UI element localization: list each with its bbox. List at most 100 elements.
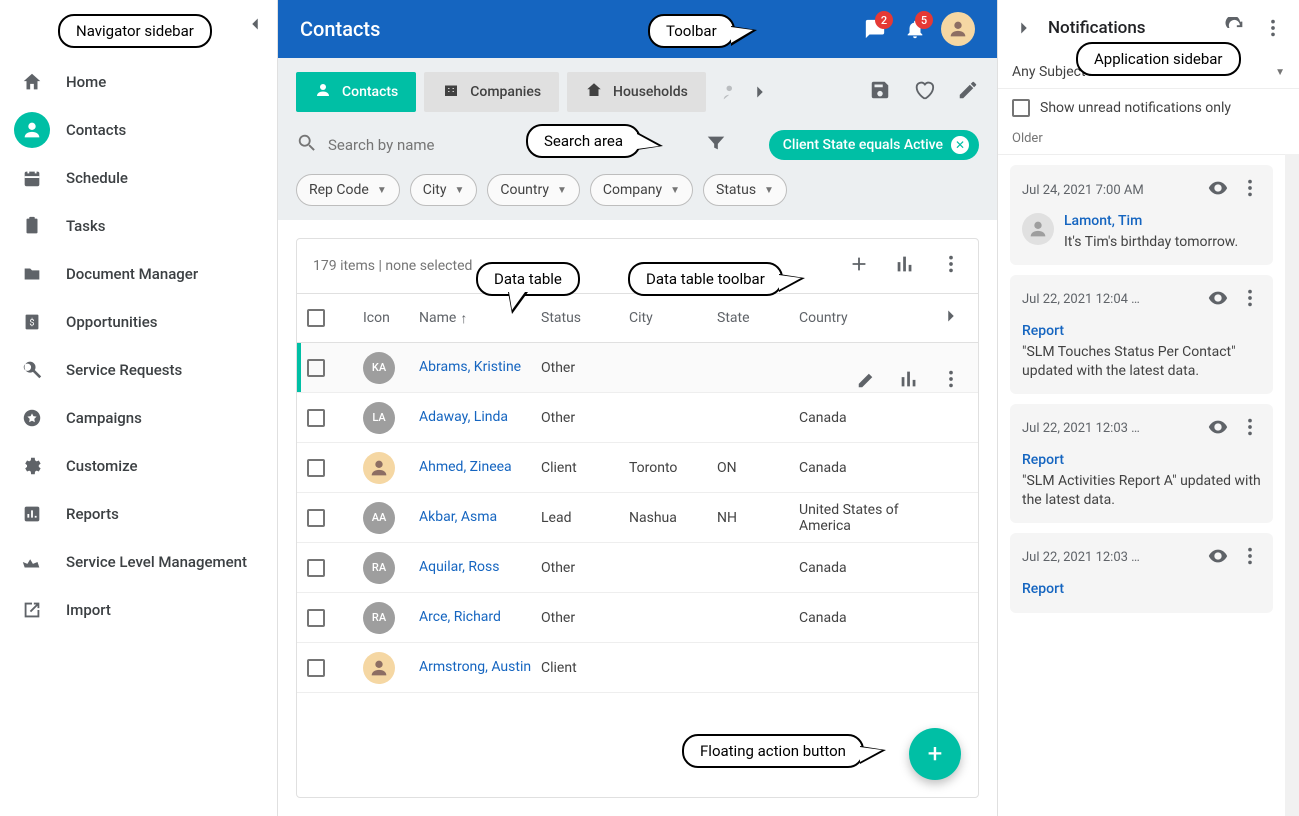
- table-row[interactable]: Ahmed, Zineea Client Toronto ON Canada: [297, 443, 978, 493]
- search-input[interactable]: Search by name: [296, 132, 482, 158]
- contact-name-link[interactable]: Aquilar, Ross: [419, 552, 541, 582]
- active-filter-chip[interactable]: Client State equals Active ✕: [769, 130, 979, 160]
- column-status[interactable]: Status: [541, 310, 629, 326]
- column-icon[interactable]: Icon: [363, 310, 419, 326]
- chat-icon[interactable]: 2: [855, 9, 895, 49]
- column-country[interactable]: Country: [799, 310, 929, 326]
- table-row[interactable]: Armstrong, Austin Client: [297, 643, 978, 693]
- row-edit-icon[interactable]: [856, 368, 878, 394]
- contact-photo: [363, 452, 395, 484]
- contact-name-link[interactable]: Adaway, Linda: [419, 402, 541, 432]
- contact-name-link[interactable]: Armstrong, Austin: [419, 652, 541, 682]
- row-more-icon[interactable]: [940, 368, 962, 394]
- nav-item-import[interactable]: Import: [0, 586, 277, 634]
- tab-households[interactable]: Households: [567, 72, 706, 112]
- tab-partial-icon[interactable]: [718, 72, 746, 112]
- row-checkbox[interactable]: [307, 359, 325, 377]
- favorite-icon[interactable]: [913, 79, 935, 105]
- notification-card[interactable]: Jul 22, 2021 12:03 … Report "SLM Activit…: [1010, 404, 1273, 523]
- filter-chip-rep-code[interactable]: Rep Code▼: [296, 174, 400, 206]
- notification-more-icon[interactable]: [1239, 545, 1261, 571]
- nav-item-service-requests[interactable]: Service Requests: [0, 346, 277, 394]
- nav-item-document-manager[interactable]: Document Manager: [0, 250, 277, 298]
- contact-name-link[interactable]: Akbar, Asma: [419, 502, 541, 532]
- callout-navigator-sidebar: Navigator sidebar: [58, 14, 212, 48]
- filter-chip-status[interactable]: Status▼: [703, 174, 787, 206]
- filter-icon[interactable]: [697, 132, 735, 158]
- refresh-icon[interactable]: [1221, 17, 1249, 39]
- notification-card[interactable]: Jul 22, 2021 12:04 … Report "SLM Touches…: [1010, 275, 1273, 394]
- chevron-down-icon: ▼: [377, 185, 387, 196]
- row-checkbox[interactable]: [307, 509, 325, 527]
- select-all-checkbox[interactable]: [307, 309, 325, 327]
- remove-filter-icon[interactable]: ✕: [951, 136, 969, 154]
- nav-item-schedule[interactable]: Schedule: [0, 154, 277, 202]
- nav-label: Home: [66, 73, 106, 91]
- save-icon[interactable]: [869, 79, 891, 105]
- data-table: 179 items | none selected Icon Name ↑ St…: [296, 238, 979, 798]
- contact-name-link[interactable]: Abrams, Kristine: [419, 352, 541, 382]
- unread-only-checkbox[interactable]: [1012, 99, 1030, 117]
- nav-item-tasks[interactable]: Tasks: [0, 202, 277, 250]
- notification-title[interactable]: Report: [1022, 581, 1064, 597]
- floating-action-button[interactable]: +: [909, 728, 961, 780]
- contact-name-link[interactable]: Arce, Richard: [419, 602, 541, 632]
- eye-icon[interactable]: [1207, 416, 1229, 442]
- sidebar-more-icon[interactable]: [1259, 17, 1287, 39]
- eye-icon[interactable]: [1207, 287, 1229, 313]
- contact-initials: RA: [363, 552, 395, 584]
- notification-title[interactable]: Report: [1022, 323, 1261, 339]
- chart-icon[interactable]: [894, 253, 916, 279]
- contact-photo: [363, 652, 395, 684]
- row-checkbox[interactable]: [307, 559, 325, 577]
- column-scroll-right[interactable]: [940, 305, 962, 331]
- table-row[interactable]: RA Aquilar, Ross Other Canada: [297, 543, 978, 593]
- filter-chip-city[interactable]: City▼: [410, 174, 478, 206]
- nav-item-customize[interactable]: Customize: [0, 442, 277, 490]
- notification-title[interactable]: Lamont, Tim: [1064, 213, 1238, 229]
- nav-item-contacts[interactable]: Contacts: [0, 106, 277, 154]
- notification-card[interactable]: Jul 22, 2021 12:03 … Report: [1010, 533, 1273, 613]
- nav-label: Service Level Management: [66, 553, 247, 571]
- tab-contacts[interactable]: Contacts: [296, 72, 416, 112]
- notification-card[interactable]: Jul 24, 2021 7:00 AM Lamont, Tim It's Ti…: [1010, 165, 1273, 265]
- nav-item-opportunities[interactable]: $Opportunities: [0, 298, 277, 346]
- add-button[interactable]: [848, 253, 870, 279]
- cell-city: [629, 412, 717, 424]
- row-chart-icon[interactable]: [898, 368, 920, 394]
- user-avatar[interactable]: [941, 12, 975, 46]
- sidebar-collapse-button[interactable]: [241, 10, 269, 38]
- nav-item-service-level-management[interactable]: Service Level Management: [0, 538, 277, 586]
- nav-item-reports[interactable]: Reports: [0, 490, 277, 538]
- column-state[interactable]: State: [717, 310, 799, 326]
- tab-scroll-right-button[interactable]: [746, 72, 774, 112]
- notification-more-icon[interactable]: [1239, 416, 1261, 442]
- row-checkbox[interactable]: [307, 459, 325, 477]
- table-row[interactable]: LA Adaway, Linda Other Canada: [297, 393, 978, 443]
- service-icon: [20, 358, 44, 382]
- notification-more-icon[interactable]: [1239, 287, 1261, 313]
- row-checkbox[interactable]: [307, 659, 325, 677]
- more-icon[interactable]: [940, 253, 962, 279]
- row-checkbox[interactable]: [307, 609, 325, 627]
- sidebar-expand-icon[interactable]: [1010, 17, 1038, 39]
- table-row[interactable]: RA Arce, Richard Other Canada: [297, 593, 978, 643]
- filter-chip-company[interactable]: Company▼: [590, 174, 693, 206]
- bell-icon[interactable]: 5: [895, 9, 935, 49]
- eye-icon[interactable]: [1207, 177, 1229, 203]
- table-row[interactable]: KA Abrams, Kristine Other: [297, 343, 978, 393]
- eye-icon[interactable]: [1207, 545, 1229, 571]
- notification-more-icon[interactable]: [1239, 177, 1261, 203]
- tab-companies[interactable]: Companies: [424, 72, 559, 112]
- contact-name-link[interactable]: Ahmed, Zineea: [419, 452, 541, 482]
- filter-chip-country[interactable]: Country▼: [487, 174, 580, 206]
- table-row[interactable]: AA Akbar, Asma Lead Nashua NH United Sta…: [297, 493, 978, 543]
- nav-item-campaigns[interactable]: Campaigns: [0, 394, 277, 442]
- notification-title[interactable]: Report: [1022, 452, 1261, 468]
- sidebar-scrollbar[interactable]: [1285, 154, 1299, 816]
- row-checkbox[interactable]: [307, 409, 325, 427]
- edit-icon[interactable]: [957, 79, 979, 105]
- nav-label: Campaigns: [66, 409, 142, 427]
- column-city[interactable]: City: [629, 310, 717, 326]
- nav-item-home[interactable]: Home: [0, 58, 277, 106]
